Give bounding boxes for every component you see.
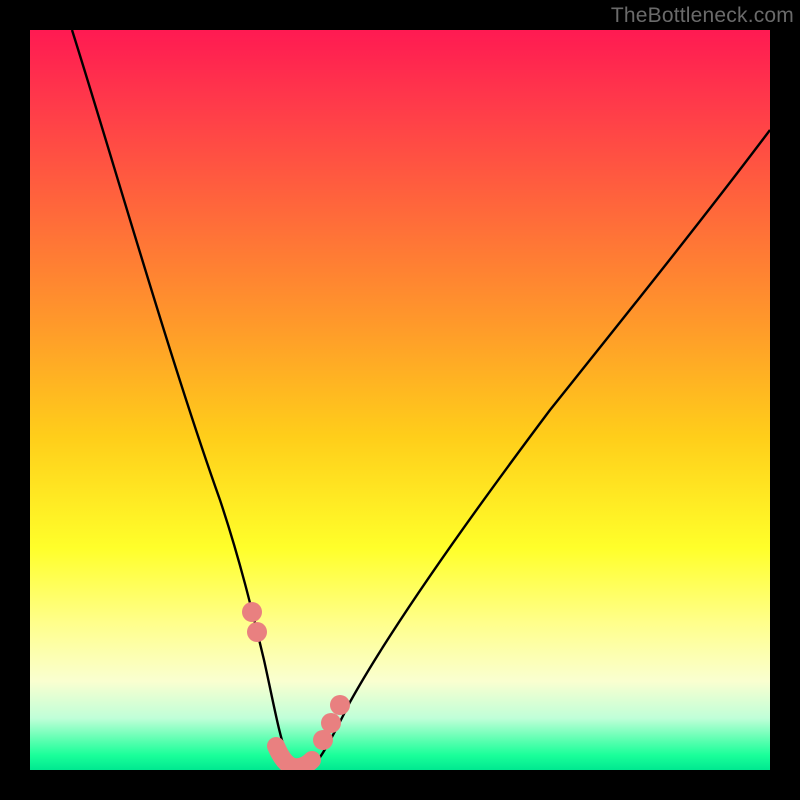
marker-dot (321, 713, 341, 733)
minimum-highlight (276, 746, 312, 767)
marker-dot (330, 695, 350, 715)
chart-frame: TheBottleneck.com (0, 0, 800, 800)
bottleneck-curve (72, 30, 770, 769)
watermark-text: TheBottleneck.com (611, 4, 794, 28)
marker-dot (247, 622, 267, 642)
curve-layer (30, 30, 770, 770)
marker-dot (242, 602, 262, 622)
marker-dot (313, 730, 333, 750)
